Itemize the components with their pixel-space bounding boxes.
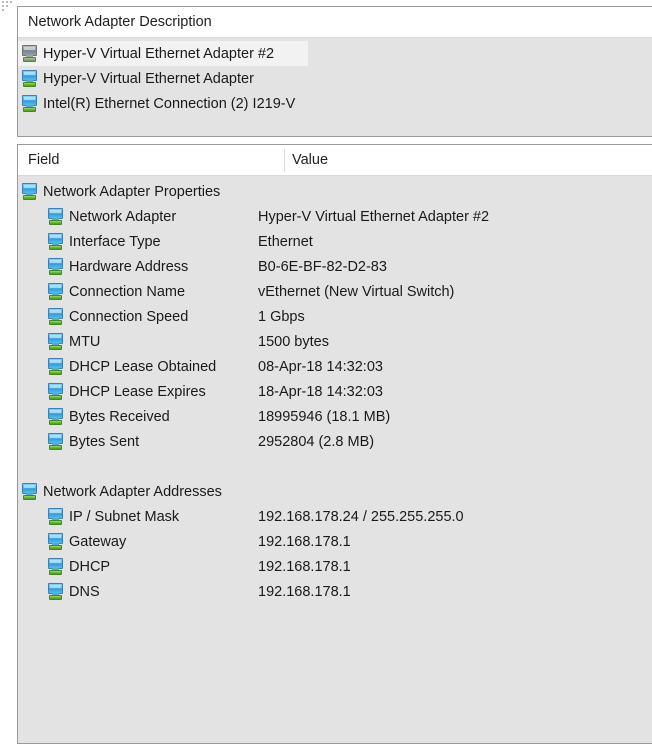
details-row[interactable]: DHCP Lease Obtained 08-Apr-18 14:32:03 xyxy=(18,354,652,379)
details-field-label: Bytes Sent xyxy=(69,433,140,450)
details-row[interactable]: Bytes Received 18995946 (18.1 MB) xyxy=(18,404,652,429)
details-field-label: DHCP xyxy=(69,558,111,575)
resize-grip-icon xyxy=(2,1,16,15)
details-field-label: Bytes Received xyxy=(69,408,170,425)
network-adapter-icon xyxy=(47,558,64,575)
details-row[interactable]: DHCP 192.168.178.1 xyxy=(18,554,652,579)
network-adapter-icon xyxy=(47,508,64,525)
network-adapter-icon xyxy=(47,533,64,550)
details-row[interactable]: MTU 1500 bytes xyxy=(18,329,652,354)
network-adapter-icon xyxy=(21,45,38,62)
adapter-description-column-label: Network Adapter Description xyxy=(28,14,212,30)
details-value-label: Ethernet xyxy=(258,233,313,250)
details-group-row[interactable]: Network Adapter Addresses xyxy=(18,479,652,504)
adapter-list-item[interactable]: Intel(R) Ethernet Connection (2) I219-V xyxy=(18,91,652,116)
details-field-label: Network Adapter Addresses xyxy=(43,483,222,500)
network-adapter-icon xyxy=(47,283,64,300)
details-row[interactable]: Hardware Address B0-6E-BF-82-D2-83 xyxy=(18,254,652,279)
details-row[interactable]: Bytes Sent 2952804 (2.8 MB) xyxy=(18,429,652,454)
column-header-field[interactable]: Field xyxy=(18,152,284,168)
details-row[interactable]: Interface Type Ethernet xyxy=(18,229,652,254)
details-row[interactable]: Gateway 192.168.178.1 xyxy=(18,529,652,554)
network-adapter-icon xyxy=(47,258,64,275)
details-value-label: 08-Apr-18 14:32:03 xyxy=(258,358,383,375)
adapter-list-item-label: Intel(R) Ethernet Connection (2) I219-V xyxy=(43,95,296,112)
details-field-label: IP / Subnet Mask xyxy=(69,508,180,525)
details-field-label: Hardware Address xyxy=(69,258,189,275)
details-field-label: Network Adapter Properties xyxy=(43,183,221,200)
details-value-label: B0-6E-BF-82-D2-83 xyxy=(258,258,387,275)
details-row[interactable]: Connection Name vEthernet (New Virtual Sw… xyxy=(18,279,652,304)
details-value-label: 1500 bytes xyxy=(258,333,329,350)
details-value-label: 192.168.178.24 / 255.255.255.0 xyxy=(258,508,464,525)
details-value-label: 192.168.178.1 xyxy=(258,583,351,600)
adapter-list-item[interactable]: Hyper-V Virtual Ethernet Adapter xyxy=(18,66,652,91)
details-field-label: MTU xyxy=(69,333,101,350)
network-adapter-icon xyxy=(47,333,64,350)
network-adapter-icon xyxy=(47,208,64,225)
adapter-list[interactable]: Hyper-V Virtual Ethernet Adapter #2 Hyper… xyxy=(18,38,652,116)
adapter-list-item-label: Hyper-V Virtual Ethernet Adapter #2 xyxy=(43,45,275,62)
details-row[interactable]: IP / Subnet Mask 192.168.178.24 / 255.255… xyxy=(18,504,652,529)
adapter-description-panel: Network Adapter Description Hyper-V Virt… xyxy=(17,6,652,137)
details-column-header: Field Value xyxy=(18,145,652,176)
network-adapter-icon xyxy=(47,233,64,250)
network-adapter-icon xyxy=(21,183,38,200)
network-info-window: Network Adapter Description Hyper-V Virt… xyxy=(0,0,652,750)
details-value-label: 1 Gbps xyxy=(258,308,305,325)
details-field-label: DHCP Lease Expires xyxy=(69,383,206,400)
network-adapter-icon xyxy=(47,358,64,375)
details-value-label: 18-Apr-18 14:32:03 xyxy=(258,383,383,400)
network-adapter-icon xyxy=(21,70,38,87)
network-adapter-icon xyxy=(21,95,38,112)
details-group-row[interactable]: Network Adapter Properties xyxy=(18,179,652,204)
column-header-value[interactable]: Value xyxy=(284,152,328,168)
network-adapter-icon xyxy=(47,408,64,425)
column-divider[interactable] xyxy=(284,149,285,172)
details-row[interactable]: DNS 192.168.178.1 xyxy=(18,579,652,604)
network-adapter-icon xyxy=(47,383,64,400)
details-row[interactable]: Network Adapter Hyper-V Virtual Ethernet … xyxy=(18,204,652,229)
network-adapter-icon xyxy=(47,583,64,600)
details-value-label: 2952804 (2.8 MB) xyxy=(258,433,375,450)
details-row[interactable]: DHCP Lease Expires 18-Apr-18 14:32:03 xyxy=(18,379,652,404)
details-value-label: 192.168.178.1 xyxy=(258,558,351,575)
adapter-list-item[interactable]: Hyper-V Virtual Ethernet Adapter #2 xyxy=(18,41,308,66)
details-value-label: 18995946 (18.1 MB) xyxy=(258,408,391,425)
details-spacer-row xyxy=(18,454,652,479)
details-field-label: Gateway xyxy=(69,533,127,550)
adapter-description-column-header[interactable]: Network Adapter Description xyxy=(18,7,652,38)
network-adapter-icon xyxy=(47,308,64,325)
details-value-label: vEthernet (New Virtual Switch) xyxy=(258,283,455,300)
details-field-label: Connection Name xyxy=(69,283,186,300)
details-field-label: Interface Type xyxy=(69,233,161,250)
details-list[interactable]: Network Adapter Properties Network Adapte… xyxy=(18,176,652,604)
details-field-label: Connection Speed xyxy=(69,308,189,325)
details-value-label: 192.168.178.1 xyxy=(258,533,351,550)
network-adapter-icon xyxy=(21,483,38,500)
adapter-details-panel: Field Value Network Adapter Properties Ne… xyxy=(17,144,652,744)
details-field-label: DHCP Lease Obtained xyxy=(69,358,217,375)
details-field-label: Network Adapter xyxy=(69,208,177,225)
details-field-label: DNS xyxy=(69,583,100,600)
details-value-label: Hyper-V Virtual Ethernet Adapter #2 xyxy=(258,208,490,225)
details-row[interactable]: Connection Speed 1 Gbps xyxy=(18,304,652,329)
network-adapter-icon xyxy=(47,433,64,450)
adapter-list-item-label: Hyper-V Virtual Ethernet Adapter xyxy=(43,70,254,87)
